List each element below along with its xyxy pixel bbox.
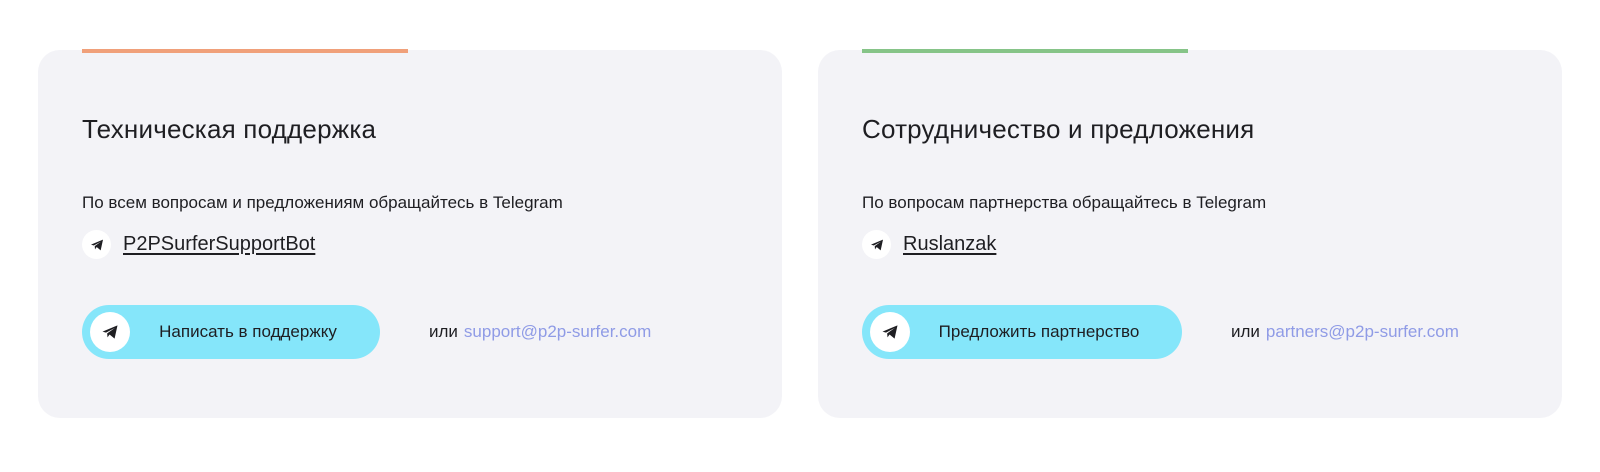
offer-partnership-button[interactable]: Предложить партнерство — [862, 305, 1182, 359]
support-card-description: По всем вопросам и предложениям обращайт… — [82, 193, 563, 212]
partnership-card-description: По вопросам партнерства обращайтесь в Te… — [862, 193, 1267, 212]
contact-section: Техническая поддержка По всем вопросам и… — [0, 0, 1600, 472]
partnership-telegram-row: Ruslanzak — [862, 230, 996, 259]
support-action-row: Написать в поддержку или support@p2p-sur… — [82, 305, 651, 359]
partners-email-link[interactable]: partners@p2p-surfer.com — [1266, 322, 1459, 342]
telegram-icon — [870, 312, 910, 352]
support-card: Техническая поддержка По всем вопросам и… — [38, 49, 782, 418]
partnership-card-accent-bar — [862, 49, 1188, 53]
write-support-button[interactable]: Написать в поддержку — [82, 305, 380, 359]
partnership-action-row: Предложить партнерство или partners@p2p-… — [862, 305, 1459, 359]
partnership-card: Сотрудничество и предложения По вопросам… — [818, 49, 1562, 418]
write-support-button-label: Написать в поддержку — [159, 322, 337, 341]
partnership-card-title: Сотрудничество и предложения — [862, 114, 1255, 144]
support-card-accent-bar — [82, 49, 408, 53]
or-label: или — [1231, 322, 1260, 341]
or-label: или — [429, 322, 458, 341]
support-email-link[interactable]: support@p2p-surfer.com — [464, 322, 651, 342]
telegram-icon — [90, 312, 130, 352]
support-card-title: Техническая поддержка — [82, 114, 377, 144]
telegram-icon — [862, 230, 891, 259]
offer-partnership-button-label: Предложить партнерство — [938, 322, 1140, 341]
support-telegram-row: P2PSurferSupportBot — [82, 230, 315, 259]
telegram-icon — [82, 230, 111, 259]
partnership-telegram-link[interactable]: Ruslanzak — [903, 233, 996, 256]
support-telegram-link[interactable]: P2PSurferSupportBot — [123, 233, 315, 256]
